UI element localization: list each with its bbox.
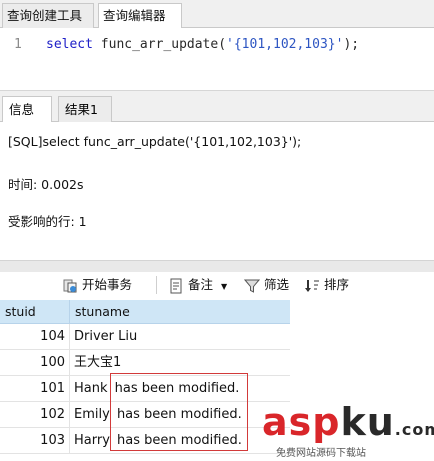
column-header-stuid[interactable]: stuid [0,300,70,324]
watermark-logo: aspku.com [262,400,434,444]
result-tab-bar: 信息 结果1 [0,90,434,124]
cell-stuid[interactable]: 100 [0,350,70,376]
cell-stuid[interactable]: 104 [0,324,70,350]
grid-header: stuid stuname [0,300,290,324]
info-panel: [SQL]select func_arr_update('{101,102,10… [0,122,434,260]
watermark-logo-dot: .com [394,420,434,439]
sql-function-name: func_arr_update [100,37,219,52]
watermark: aspku.com 免费网站源码下载站 [262,400,434,460]
chevron-down-icon[interactable]: ▼ [221,282,227,291]
tab-query-builder[interactable]: 查询创建工具 [2,3,94,28]
line-number: 1 [14,37,22,52]
stuname-text: Harry [74,433,110,448]
filter-label: 筛选 [264,277,290,292]
filter-button[interactable]: 筛选 [244,272,289,298]
begin-transaction-label: 开始事务 [82,277,133,292]
sort-icon [305,279,319,292]
note-button[interactable]: 备注 ▼ [168,272,227,298]
result-toolbar: 开始事务 备注 ▼ 筛选 排序 [0,272,434,298]
sql-string-argument: '{101,102,103}' [226,37,344,52]
begin-transaction-button[interactable]: 开始事务 [62,272,132,298]
info-affected-rows: 受影响的行: 1 [8,214,87,229]
highlight-box [110,373,248,451]
sql-close: ); [343,37,360,52]
sql-editor[interactable]: 1 select func_arr_update('{101,102,103}'… [0,28,434,90]
sql-open-paren: ( [218,37,227,52]
cell-stuid[interactable]: 103 [0,428,70,454]
stuname-text: Driver Liu [74,329,138,344]
transaction-icon [63,279,77,292]
note-label: 备注 [188,277,214,292]
cell-stuid[interactable]: 101 [0,376,70,402]
stuname-text: 王大宝1 [74,355,122,370]
info-sql-statement: [SQL]select func_arr_update('{101,102,10… [8,134,302,149]
stuname-text: Hank [74,381,108,396]
watermark-logo-red: asp [262,400,341,444]
table-row[interactable]: 104 Driver Liu [0,324,290,350]
panel-divider [0,260,434,272]
sort-label: 排序 [324,277,350,292]
tab-query-editor[interactable]: 查询编辑器 [98,3,182,29]
stuname-text: Emily [74,407,110,422]
info-time: 时间: 0.002s [8,177,84,192]
code-line[interactable]: select func_arr_update('{101,102,103}'); [46,37,359,52]
column-header-stuname[interactable]: stuname [70,300,290,324]
sort-button[interactable]: 排序 [304,272,349,298]
cell-stuname[interactable]: Driver Liu [74,324,290,350]
note-icon [170,278,182,293]
filter-icon [244,279,260,293]
line-gutter: 1 [0,28,34,90]
toolbar-divider [156,276,157,294]
query-tab-bar: 查询创建工具 查询编辑器 [0,0,434,29]
watermark-subtitle: 免费网站源码下载站 [276,448,366,459]
sql-keyword: select [46,37,93,52]
tab-result-1[interactable]: 结果1 [58,96,112,123]
cell-stuid[interactable]: 102 [0,402,70,428]
tab-info[interactable]: 信息 [2,96,52,124]
watermark-logo-dark: ku [340,400,395,444]
